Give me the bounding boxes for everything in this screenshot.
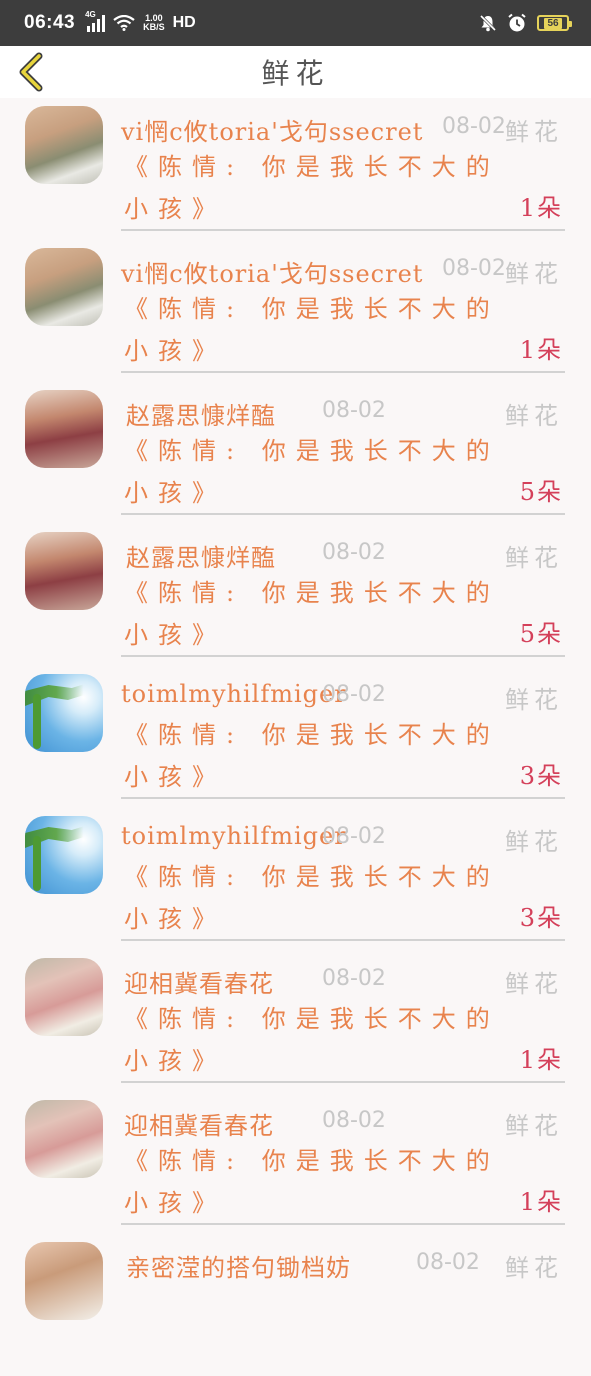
work-title: 《陈情: 你是我长不大的小孩》 <box>124 437 500 507</box>
sender-name: 亲密滢的搭句锄档妨 <box>126 1254 351 1282</box>
gift-type: 鲜花 <box>505 686 563 714</box>
work-title: 《陈情: 你是我长不大的小孩》 <box>124 721 500 791</box>
avatar[interactable] <box>25 532 103 610</box>
flower-count: 5朵 <box>519 478 563 506</box>
nav-bar: 鲜花 <box>0 46 591 98</box>
sender-name: vi惘c攸toria'戈句ssecret <box>121 118 424 146</box>
list-item[interactable]: 赵露思慷烊醢 08-02 鲜花 《陈情: 你是我长不大的小孩》 5朵 <box>0 382 591 524</box>
avatar[interactable] <box>25 248 103 326</box>
page-title: 鲜花 <box>261 57 330 90</box>
mute-icon <box>479 14 497 32</box>
avatar[interactable] <box>25 390 103 468</box>
divider <box>121 229 565 231</box>
alarm-icon <box>508 13 526 32</box>
divider <box>121 797 565 799</box>
work-title: 《陈情: 你是我长不大的小孩》 <box>124 863 500 933</box>
sender-name: 迎相冀看春花 <box>124 1112 274 1140</box>
divider <box>121 1081 565 1083</box>
list-item[interactable]: toimlmyhilfmiger 08-02 鲜花 《陈情: 你是我长不大的小孩… <box>0 666 591 808</box>
flower-gift-list: vi惘c攸toria'戈句ssecret 08-02 鲜花 《陈情: 你是我长不… <box>0 98 591 1376</box>
gift-type: 鲜花 <box>505 1254 563 1282</box>
gift-date: 08-02 <box>322 966 386 991</box>
gift-type: 鲜花 <box>505 828 563 856</box>
wifi-icon <box>113 15 135 31</box>
divider <box>121 371 565 373</box>
sender-name: toimlmyhilfmiger <box>121 822 347 850</box>
divider <box>121 513 565 515</box>
flower-count: 3朵 <box>519 904 563 932</box>
gift-type: 鲜花 <box>505 118 563 146</box>
battery-icon: 56 <box>537 15 572 31</box>
sender-name: toimlmyhilfmiger <box>121 680 347 708</box>
avatar[interactable] <box>25 958 103 1036</box>
flower-count: 3朵 <box>519 762 563 790</box>
list-item[interactable]: 迎相冀看春花 08-02 鲜花 《陈情: 你是我长不大的小孩》 1朵 <box>0 1092 591 1234</box>
list-item[interactable]: 迎相冀看春花 08-02 鲜花 《陈情: 你是我长不大的小孩》 1朵 <box>0 950 591 1092</box>
flower-count: 5朵 <box>519 620 563 648</box>
sender-name: 赵露思慷烊醢 <box>126 402 276 430</box>
gift-date: 08-02 <box>442 114 506 139</box>
cell-signal-icon: 4G <box>85 10 106 32</box>
list-item[interactable]: 赵露思慷烊醢 08-02 鲜花 《陈情: 你是我长不大的小孩》 5朵 <box>0 524 591 666</box>
back-arrow-icon[interactable] <box>14 52 48 92</box>
work-title: 《陈情: 你是我长不大的小孩》 <box>124 1005 500 1075</box>
avatar[interactable] <box>25 106 103 184</box>
flower-count: 1朵 <box>519 194 563 222</box>
work-title: 《陈情: 你是我长不大的小孩》 <box>124 295 500 365</box>
flower-count: 1朵 <box>519 1046 563 1074</box>
gift-type: 鲜花 <box>505 402 563 430</box>
divider <box>121 655 565 657</box>
gift-type: 鲜花 <box>505 970 563 998</box>
gift-date: 08-02 <box>416 1250 480 1275</box>
flower-count: 1朵 <box>519 336 563 364</box>
gift-type: 鲜花 <box>505 1112 563 1140</box>
gift-date: 08-02 <box>322 398 386 423</box>
gift-date: 08-02 <box>322 540 386 565</box>
avatar[interactable] <box>25 1100 103 1178</box>
list-item[interactable]: toimlmyhilfmiger 08-02 鲜花 《陈情: 你是我长不大的小孩… <box>0 808 591 950</box>
avatar[interactable] <box>25 816 103 894</box>
list-item[interactable]: vi惘c攸toria'戈句ssecret 08-02 鲜花 《陈情: 你是我长不… <box>0 240 591 382</box>
sender-name: 赵露思慷烊醢 <box>126 544 276 572</box>
avatar[interactable] <box>25 674 103 752</box>
divider <box>121 939 565 941</box>
gift-type: 鲜花 <box>505 260 563 288</box>
network-type: 4G <box>85 10 96 19</box>
work-title: 《陈情: 你是我长不大的小孩》 <box>124 579 500 649</box>
sender-name: vi惘c攸toria'戈句ssecret <box>121 260 424 288</box>
status-bar: 06:43 4G 1.00 KB/S HD 56 <box>0 0 591 46</box>
gift-date: 08-02 <box>442 256 506 281</box>
gift-type: 鲜花 <box>505 544 563 572</box>
status-time: 06:43 <box>24 12 76 33</box>
list-item[interactable]: vi惘c攸toria'戈句ssecret 08-02 鲜花 《陈情: 你是我长不… <box>0 98 591 240</box>
work-title: 《陈情: 你是我长不大的小孩》 <box>124 153 500 223</box>
network-speed: 1.00 KB/S <box>143 13 165 32</box>
avatar[interactable] <box>25 1242 103 1320</box>
gift-date: 08-02 <box>322 824 386 849</box>
divider <box>121 1223 565 1225</box>
work-title: 《陈情: 你是我长不大的小孩》 <box>124 1147 500 1217</box>
gift-date: 08-02 <box>322 1108 386 1133</box>
sender-name: 迎相冀看春花 <box>124 970 274 998</box>
list-item[interactable]: 亲密滢的搭句锄档妨 08-02 鲜花 <box>0 1234 591 1376</box>
hd-indicator: HD <box>172 14 196 31</box>
gift-date: 08-02 <box>322 682 386 707</box>
flower-count: 1朵 <box>519 1188 563 1216</box>
